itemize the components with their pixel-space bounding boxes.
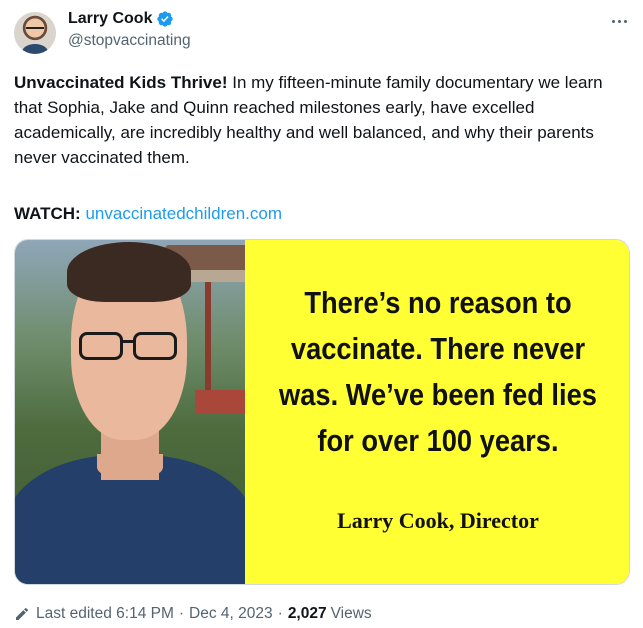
verified-badge-icon — [157, 11, 174, 27]
edited-timestamp[interactable]: Last edited 6:14 PM — [36, 605, 174, 623]
documentary-link[interactable]: unvaccinatedchildren.com — [85, 204, 282, 223]
separator-dot: · — [178, 605, 185, 622]
author-name-row: Larry Cook — [68, 10, 174, 28]
quote-panel: There’s no reason to vaccinate. There ne… — [245, 240, 629, 584]
avatar-glasses — [26, 27, 44, 31]
tweet: Larry Cook @stopvaccinating Unvaccinated… — [0, 0, 643, 628]
post-date[interactable]: Dec 4, 2023 — [189, 605, 273, 623]
glasses-bridge — [122, 340, 134, 343]
author-handle[interactable]: @stopvaccinating — [68, 32, 191, 50]
media-image[interactable]: There’s no reason to vaccinate. There ne… — [14, 239, 630, 585]
portrait-photo — [15, 240, 245, 584]
pagoda-rail — [195, 390, 245, 414]
portrait-collar — [97, 454, 163, 480]
avatar[interactable] — [14, 12, 56, 54]
more-options-icon[interactable] — [608, 12, 630, 30]
glasses-right-lens — [133, 332, 177, 360]
tweet-footer: Last edited 6:14 PM · Dec 4, 2023 · 2,02… — [14, 603, 372, 625]
author-name[interactable]: Larry Cook — [68, 10, 152, 28]
quote-text: There’s no reason to vaccinate. There ne… — [279, 285, 597, 458]
tweet-text: Unvaccinated Kids Thrive! In my fifteen-… — [14, 70, 634, 170]
tweet-header: Larry Cook @stopvaccinating — [14, 10, 632, 58]
portrait-hair — [67, 242, 191, 302]
watch-label: WATCH: — [14, 204, 81, 223]
tweet-headline: Unvaccinated Kids Thrive! — [14, 73, 228, 92]
pencil-icon — [16, 607, 29, 620]
watch-line: WATCH: unvaccinatedchildren.com — [14, 201, 282, 226]
avatar-shirt — [22, 44, 48, 54]
separator-dot: · — [277, 605, 283, 622]
views-label: Views — [330, 605, 372, 622]
glasses-left-lens — [79, 332, 123, 360]
view-count: 2,027 — [287, 605, 327, 622]
quote-signature: Larry Cook, Director — [337, 508, 539, 533]
